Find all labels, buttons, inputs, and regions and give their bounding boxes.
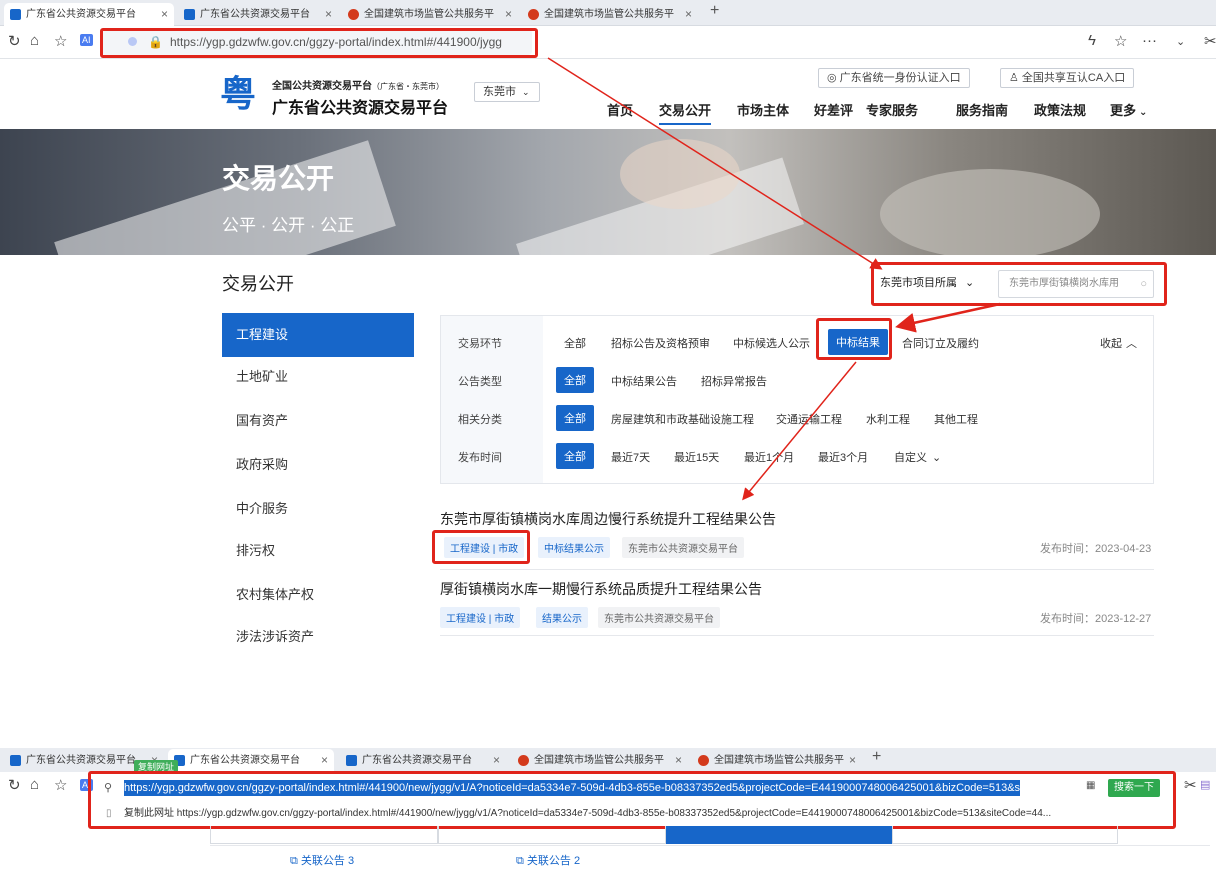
copy-url-suggestion[interactable]: ▯ 复制此网址 https://ygp.gdzwfw.gov.cn/ggzy-p… bbox=[96, 801, 1176, 827]
site-favicon-icon bbox=[10, 755, 21, 766]
search-icon: ⚲ bbox=[104, 782, 113, 794]
tab-stub[interactable] bbox=[438, 826, 666, 844]
address-text-selected: https://ygp.gdzwfw.gov.cn/ggzy-portal/in… bbox=[124, 780, 1021, 796]
divider bbox=[210, 845, 1210, 846]
browser-tab-bar-2: 广东省公共资源交易平台× 广东省公共资源交易平台× 广东省公共资源交易平台× 全… bbox=[0, 748, 1216, 772]
close-tab-icon: × bbox=[492, 753, 500, 767]
close-tab-icon: × bbox=[848, 753, 856, 767]
emblem-favicon-icon bbox=[518, 755, 529, 766]
tab-stub[interactable] bbox=[892, 826, 1118, 844]
reload-icon[interactable]: ↻ bbox=[8, 776, 21, 794]
emblem-favicon-icon bbox=[698, 755, 709, 766]
browser-tab[interactable]: 广东省公共资源交易平台× bbox=[340, 749, 506, 772]
browser-tab[interactable]: 全国建筑市场监管公共服务平 × bbox=[692, 749, 862, 772]
new-tab-icon[interactable]: + bbox=[872, 748, 881, 766]
search-go-button[interactable]: 搜索一下 bbox=[1108, 779, 1160, 797]
address-bar-editing[interactable]: ⚲ https://ygp.gdzwfw.gov.cn/ggzy-portal/… bbox=[96, 775, 1176, 801]
link-icon: ⧉ bbox=[516, 855, 527, 867]
related-notice-link[interactable]: ⧉ 关联公告 2 bbox=[516, 852, 580, 868]
arrow-filter-to-result bbox=[742, 361, 857, 501]
extension-icon[interactable]: ▤ bbox=[1200, 778, 1210, 791]
ai-badge-icon[interactable]: AI bbox=[80, 779, 93, 791]
tab-stub-active[interactable] bbox=[666, 826, 892, 844]
link-icon: ⧉ bbox=[290, 855, 301, 867]
close-tab-icon: × bbox=[674, 753, 682, 767]
close-tab-icon: × bbox=[320, 753, 328, 767]
qr-code-icon[interactable]: ▦ bbox=[1086, 780, 1095, 791]
tab-stub[interactable] bbox=[210, 826, 438, 844]
browser-tab[interactable]: 全国建筑市场监管公共服务平 × bbox=[512, 749, 688, 772]
arrow-search-to-filter bbox=[895, 302, 1001, 333]
site-favicon-icon bbox=[346, 755, 357, 766]
page-icon: ▯ bbox=[106, 808, 112, 819]
home-icon[interactable]: ⌂ bbox=[30, 776, 39, 793]
scissors-icon[interactable]: ✂ bbox=[1184, 776, 1197, 794]
arrow-url-to-search bbox=[547, 57, 883, 270]
browser-tab[interactable]: 广东省公共资源交易平台× bbox=[168, 749, 334, 772]
related-notice-link[interactable]: ⧉ 关联公告 3 bbox=[290, 852, 354, 868]
favorites-icon[interactable]: ☆ bbox=[54, 776, 67, 794]
